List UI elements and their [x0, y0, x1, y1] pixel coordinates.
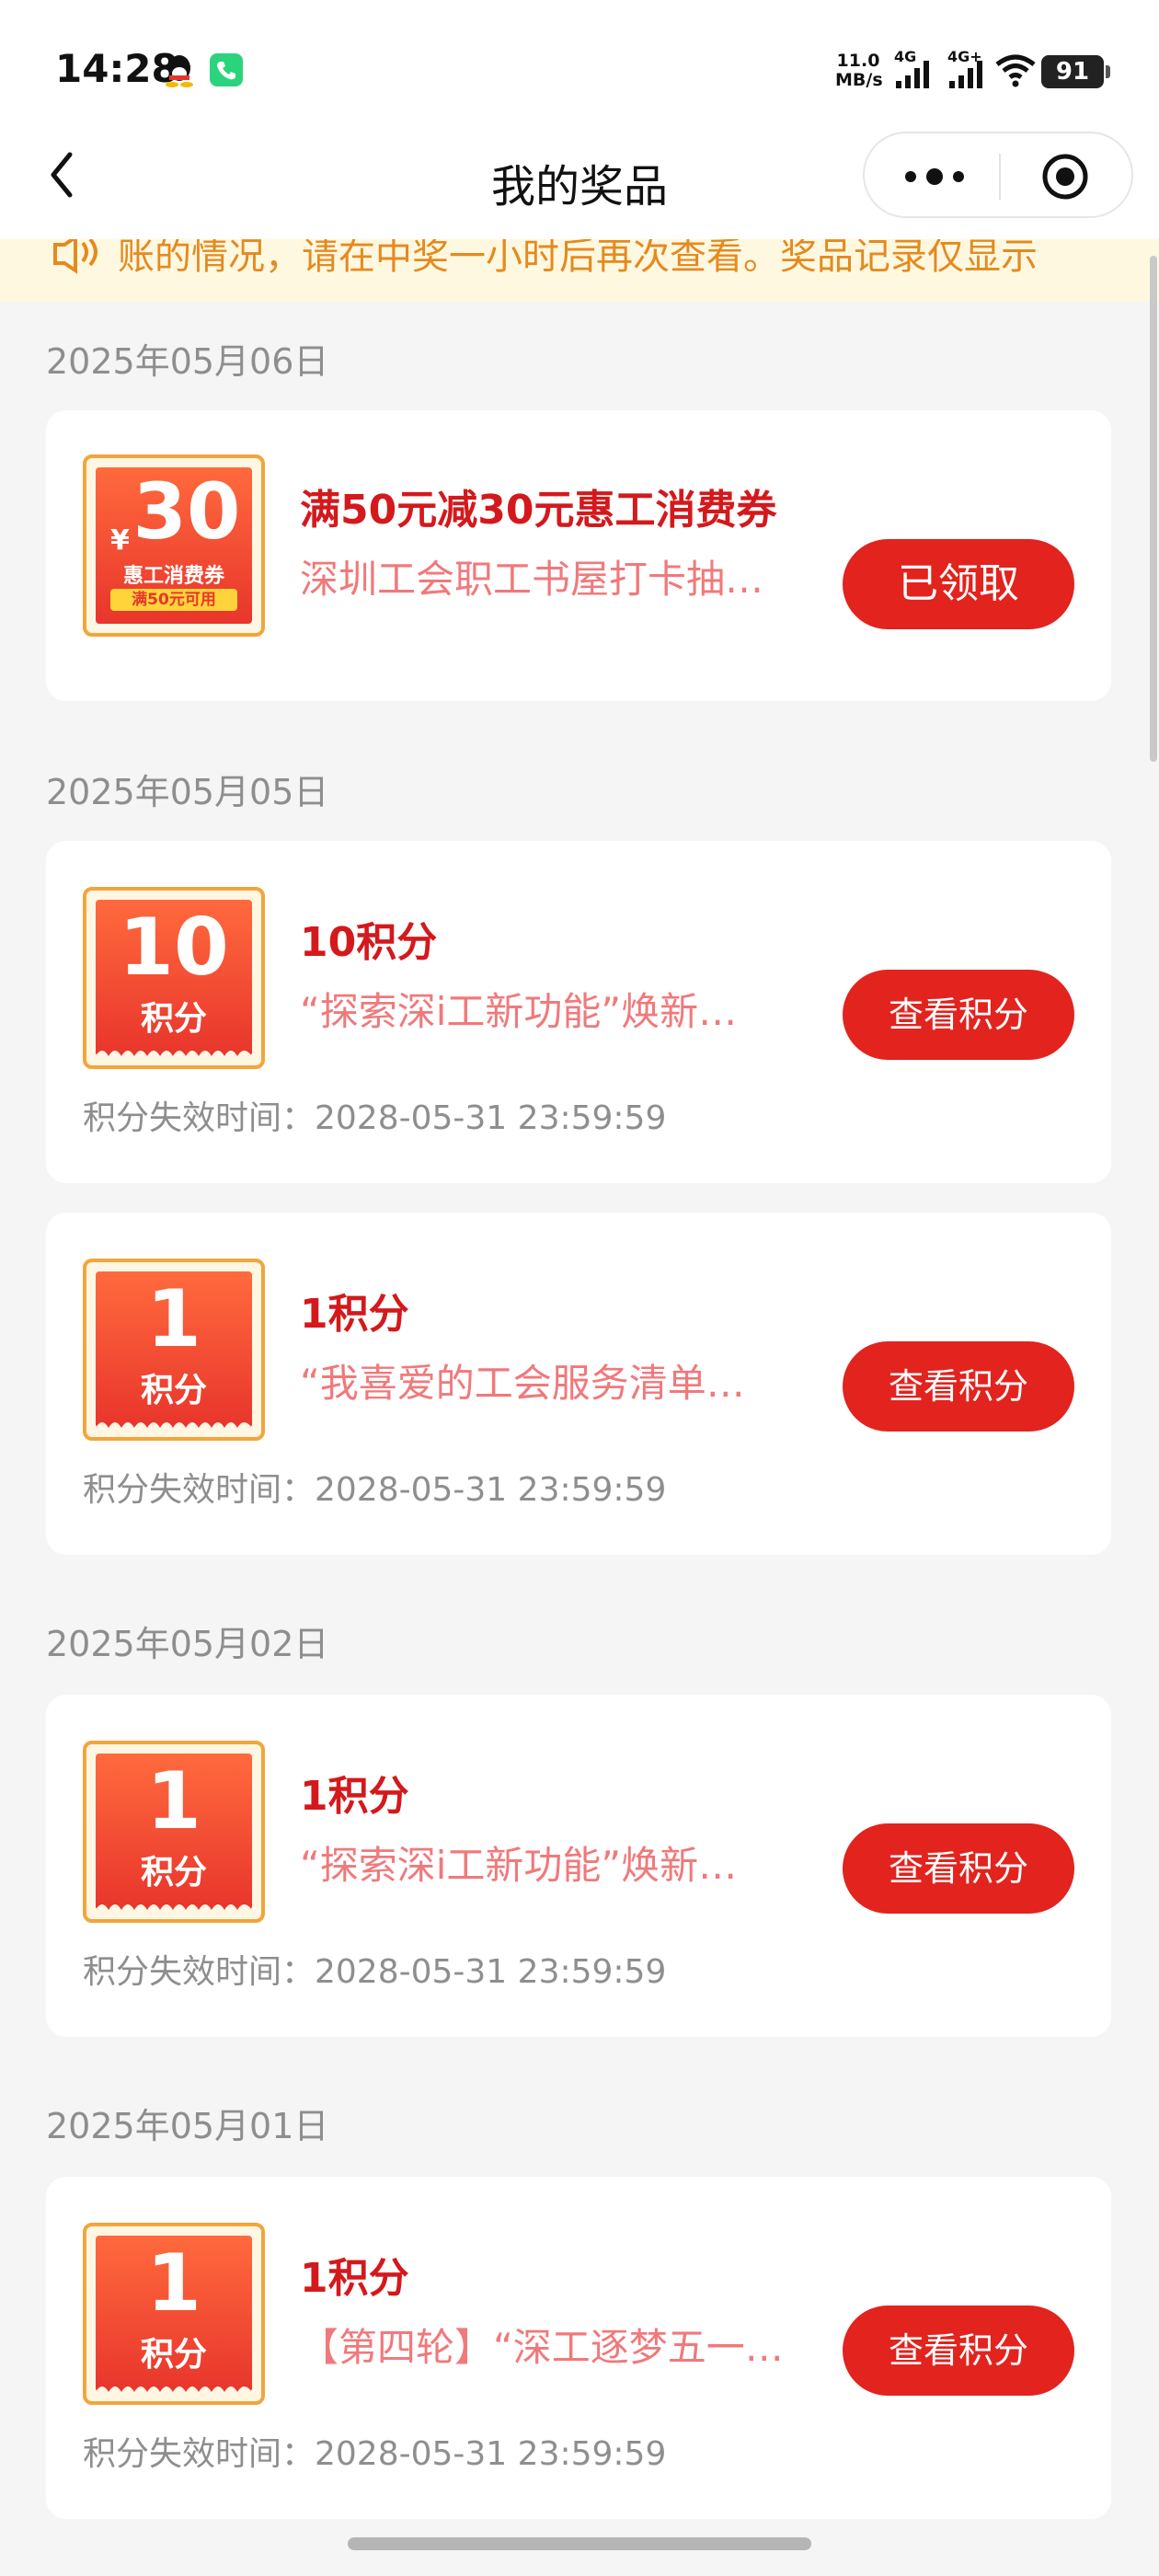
status-bar: 14:28 11.0 MB/s 4G 4G+ 91	[0, 0, 1159, 138]
notice-bar: 账的情况，请在中奖一小时后再次查看。奖品记录仅显示	[0, 239, 1159, 302]
prize-desc: 深圳工会职工书屋打卡抽…	[300, 557, 764, 602]
coupon-condition: 满50元可用	[110, 589, 237, 611]
coupon-name: 惠工消费券	[122, 565, 224, 588]
network-speed: 11.0 MB/s	[835, 51, 883, 90]
qq-icon	[166, 55, 193, 87]
points-expire-time: 积分失效时间：2028-05-31 23:59:59	[83, 2435, 667, 2473]
prize-card: 10 积分 10积分 “探索深i工新功能”焕新… 查看积分 积分失效时间：202…	[46, 841, 1111, 1183]
scrollbar-thumb[interactable]	[1150, 256, 1157, 762]
points-value: 1	[146, 1755, 201, 1847]
points-value: 1	[146, 2237, 201, 2329]
points-ticket-face: 10 积分	[96, 900, 252, 1056]
view-points-button[interactable]: 查看积分	[843, 1341, 1074, 1432]
prize-desc: “我喜爱的工会服务清单…	[300, 1361, 745, 1406]
ticket-scallop-edge	[96, 2386, 252, 2392]
points-expire-time: 积分失效时间：2028-05-31 23:59:59	[83, 1099, 667, 1137]
coupon-ticket-face: ¥ 30 惠工消费券 满50元可用	[96, 467, 252, 624]
view-points-button[interactable]: 查看积分	[843, 2306, 1074, 2396]
ticket-scallop-edge	[96, 1422, 252, 1428]
points-expire-time: 积分失效时间：2028-05-31 23:59:59	[83, 1471, 667, 1509]
status-time: 14:28	[55, 46, 178, 91]
points-ticket-badge: 1 积分	[83, 2223, 265, 2405]
sim1-label: 4G	[894, 48, 917, 65]
prize-card: 1 积分 1积分 “探索深i工新功能”焕新… 查看积分 积分失效时间：2028-…	[46, 1695, 1111, 2037]
date-label: 2025年05月05日	[46, 772, 329, 812]
date-label: 2025年05月02日	[46, 1624, 329, 1664]
points-expire-time: 积分失效时间：2028-05-31 23:59:59	[83, 1953, 667, 1991]
prize-title: 1积分	[300, 1291, 409, 1338]
network-speed-unit: MB/s	[835, 70, 883, 90]
points-ticket-face: 1 积分	[96, 1754, 252, 1910]
more-dots-icon[interactable]	[898, 152, 971, 201]
prize-title: 1积分	[300, 1773, 409, 1820]
coupon-ticket-badge: ¥ 30 惠工消费券 满50元可用	[83, 454, 265, 637]
signal-sim1: 4G	[894, 48, 935, 94]
points-unit: 积分	[140, 1372, 207, 1409]
points-value: 10	[119, 902, 229, 994]
prize-desc: “探索深i工新功能”焕新…	[300, 989, 738, 1034]
points-unit: 积分	[140, 2336, 207, 2374]
points-unit: 积分	[140, 1854, 207, 1892]
close-miniprogram-icon[interactable]	[1039, 152, 1091, 201]
prize-title: 满50元减30元惠工消费券	[300, 487, 777, 534]
prize-card: 1 积分 1积分 【第四轮】“深工逐梦五一… 查看积分 积分失效时间：2028-…	[46, 2177, 1111, 2519]
wifi-icon	[995, 54, 1036, 87]
signal-sim2: 4G+	[947, 48, 988, 94]
coupon-value: 30	[132, 467, 241, 557]
date-label: 2025年05月06日	[46, 341, 329, 382]
capsule-divider	[999, 154, 1001, 200]
prize-desc: 【第四轮】“深工逐梦五一…	[300, 2325, 784, 2370]
sim2-label: 4G+	[947, 48, 982, 65]
claimed-button[interactable]: 已领取	[843, 539, 1074, 629]
points-ticket-badge: 1 积分	[83, 1741, 265, 1923]
points-ticket-badge: 10 积分	[83, 887, 265, 1069]
miniprogram-capsule	[863, 132, 1133, 218]
points-unit: 积分	[140, 1000, 207, 1038]
prize-card: 1 积分 1积分 “我喜爱的工会服务清单… 查看积分 积分失效时间：2028-0…	[46, 1213, 1111, 1555]
points-ticket-face: 1 积分	[96, 2236, 252, 2392]
view-points-button[interactable]: 查看积分	[843, 970, 1074, 1060]
ticket-scallop-edge	[96, 1904, 252, 1910]
points-value: 1	[146, 1273, 201, 1365]
speaker-icon	[53, 239, 98, 274]
points-ticket-badge: 1 积分	[83, 1259, 265, 1441]
notice-text: 账的情况，请在中奖一小时后再次查看。奖品记录仅显示	[118, 239, 1038, 278]
prize-desc: “探索深i工新功能”焕新…	[300, 1843, 738, 1888]
date-label: 2025年05月01日	[46, 2106, 329, 2146]
view-points-button[interactable]: 查看积分	[843, 1823, 1074, 1914]
prize-title: 1积分	[300, 2255, 409, 2302]
phone-app-icon	[210, 53, 243, 86]
ticket-scallop-edge	[96, 1051, 252, 1056]
home-indicator[interactable]	[348, 2537, 811, 2550]
battery-indicator: 91	[1041, 55, 1110, 88]
points-ticket-face: 1 积分	[96, 1271, 252, 1428]
prize-card: ¥ 30 惠工消费券 满50元可用 满50元减30元惠工消费券 深圳工会职工书屋…	[46, 410, 1111, 701]
prize-title: 10积分	[300, 919, 438, 966]
network-speed-value: 11.0	[836, 51, 880, 71]
